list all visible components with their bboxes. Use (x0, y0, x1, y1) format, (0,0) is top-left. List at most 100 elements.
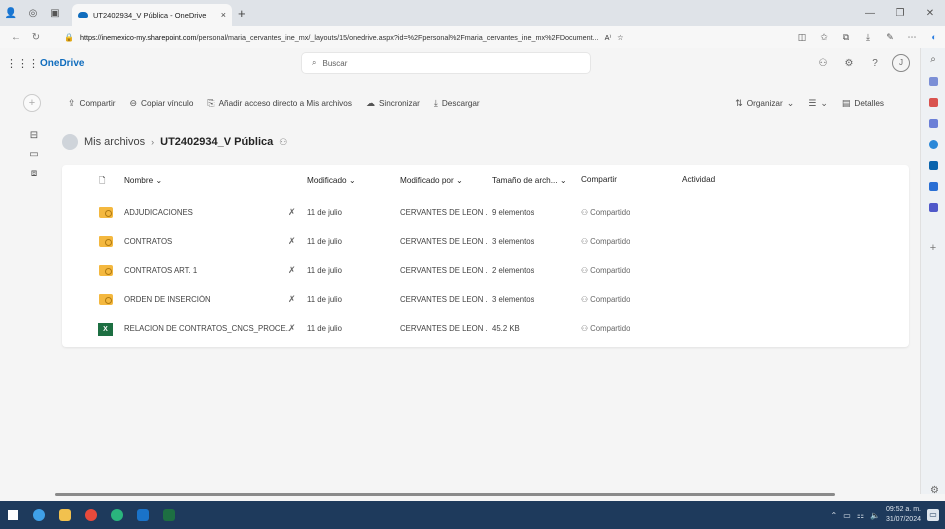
column-name[interactable]: Nombre ⌄ (124, 175, 162, 185)
home-icon[interactable]: ⊟ (30, 130, 38, 141)
more-icon[interactable]: ⋯ (901, 32, 923, 43)
shared-icon[interactable]: ⧈ (31, 168, 37, 179)
file-name[interactable]: ADJUDICACIONES (124, 208, 284, 217)
onedrive-brand[interactable]: OneDrive (40, 58, 84, 69)
restore-icon[interactable]: ❐ (885, 0, 915, 26)
taskbar-widget-icon[interactable] (26, 501, 52, 529)
outlook-icon[interactable] (130, 501, 156, 529)
share-people-icon[interactable]: ⚇ (814, 58, 832, 69)
view-options-button[interactable]: ☰ ⌄ (808, 98, 828, 109)
download-button[interactable]: ⤓ Descargar (434, 98, 480, 109)
sidebar-add-icon[interactable]: + (930, 242, 936, 254)
split-screen-icon[interactable]: ◫ (791, 32, 813, 43)
details-button[interactable]: ▤ Detalles (842, 98, 884, 109)
pin-icon[interactable]: ✗ (288, 265, 296, 276)
file-name[interactable]: ORDEN DE INSERCIÓN (124, 295, 284, 304)
close-tab-icon[interactable]: × (221, 10, 226, 20)
pin-icon[interactable]: ✗ (288, 323, 296, 334)
settings-gear-icon[interactable]: ⚙ (840, 58, 858, 69)
shortcut-icon: ⎘ (207, 97, 215, 108)
extensions-icon[interactable]: ✎ (879, 32, 901, 43)
help-icon[interactable]: ? (866, 58, 884, 69)
column-size[interactable]: Tamaño de arch... ⌄ (492, 175, 567, 185)
sidebar-outlook-icon[interactable] (928, 161, 938, 170)
table-row[interactable]: CONTRATOS ✗ 11 de julio CERVANTES DE LEO… (62, 229, 909, 258)
pin-icon[interactable]: ✗ (288, 294, 296, 305)
minimize-icon[interactable]: — (855, 0, 885, 26)
pin-icon[interactable]: ✗ (288, 236, 296, 247)
avatar[interactable]: J (892, 54, 910, 72)
add-shortcut-button[interactable]: ⎘ Añadir acceso directo a Mis archivos (207, 98, 352, 109)
command-group-left: ⇪ Compartir ⊖ Copiar vínculo ⎘ Añadir acces… (68, 90, 480, 116)
sidebar-settings-icon[interactable]: ⚙ (930, 485, 939, 496)
horizontal-scrollbar[interactable] (55, 493, 835, 496)
downloads-icon[interactable]: ⤓ (857, 32, 879, 43)
table-row[interactable]: ADJUDICACIONES ✗ 11 de julio CERVANTES D… (62, 200, 909, 229)
column-sharing[interactable]: Compartir (581, 175, 617, 184)
read-aloud-icon[interactable]: A⁾ (605, 33, 612, 42)
chevron-down-icon: ⌄ (820, 97, 828, 108)
file-type-icon[interactable]: 🗋 (99, 175, 106, 189)
modified-date: 11 de julio (307, 237, 342, 246)
excel-app-icon[interactable] (156, 501, 182, 529)
organize-button[interactable]: ⇅ Organizar ⌄ (735, 98, 794, 109)
file-name[interactable]: CONTRATOS ART. 1 (124, 266, 284, 275)
column-modified[interactable]: Modificado ⌄ (307, 175, 356, 185)
copilot-icon[interactable]: ◐ (923, 32, 945, 42)
table-row[interactable]: CONTRATOS ART. 1 ✗ 11 de julio CERVANTES… (62, 258, 909, 287)
browser-toolbar: ◫ ✩ ⧉ ⤓ ✎ ⋯ ◐ (791, 26, 945, 48)
file-explorer-icon[interactable] (52, 501, 78, 529)
app-launcher-icon[interactable]: ⋮⋮⋮ (6, 57, 39, 70)
share-button[interactable]: ⇪ Compartir (68, 98, 116, 109)
sidebar-bird-icon[interactable] (928, 182, 938, 191)
workspaces-icon[interactable]: ◎ (22, 2, 44, 24)
sync-button[interactable]: ☁ Sincronizar (366, 98, 420, 109)
url-field[interactable]: 🔒 https://inemexico-my.sharepoint.com/pe… (64, 29, 740, 45)
sharing-status[interactable]: ⚇ Compartido (581, 266, 630, 275)
sharing-status[interactable]: ⚇ Compartido (581, 324, 630, 333)
lock-icon[interactable]: 🔒 (64, 33, 74, 42)
show-hidden-icons-icon[interactable]: ⌃ (831, 511, 838, 520)
favorite-star-icon[interactable]: ☆ (617, 33, 623, 42)
my-files-folder-icon[interactable]: ▭ (29, 149, 38, 160)
profile-icon[interactable]: 👤 (0, 2, 22, 24)
page-title[interactable]: UT2402934_V Pública (160, 136, 273, 148)
add-new-button[interactable]: + (23, 94, 41, 112)
network-icon[interactable]: ⚏ (857, 511, 864, 520)
chrome-icon[interactable] (78, 501, 104, 529)
edge-icon[interactable] (104, 501, 130, 529)
column-activity[interactable]: Actividad (682, 175, 715, 184)
tab-actions-icon[interactable]: ▣ (44, 2, 66, 24)
table-row[interactable]: X RELACION DE CONTRATOS_CNCS_PROCE... ✗ … (62, 316, 909, 345)
file-name[interactable]: RELACION DE CONTRATOS_CNCS_PROCE... (124, 324, 290, 333)
back-icon[interactable]: ← (6, 32, 26, 43)
table-row[interactable]: ORDEN DE INSERCIÓN ✗ 11 de julio CERVANT… (62, 287, 909, 316)
copy-link-button[interactable]: ⊖ Copiar vínculo (130, 98, 194, 109)
sidebar-teams-icon[interactable] (928, 203, 938, 212)
new-tab-button[interactable]: + (238, 6, 246, 21)
clock[interactable]: 09:52 a. m. 31/07/2024 (886, 505, 921, 525)
refresh-icon[interactable]: ↻ (26, 32, 46, 43)
battery-icon[interactable]: ▭ (843, 511, 851, 520)
favorites-icon[interactable]: ✩ (813, 32, 835, 43)
sharing-status[interactable]: ⚇ Compartido (581, 208, 630, 217)
pin-icon[interactable]: ✗ (288, 207, 296, 218)
column-modified-by[interactable]: Modificado por ⌄ (400, 175, 463, 185)
breadcrumb-my-files[interactable]: Mis archivos (84, 136, 145, 148)
details-pane-icon: ▤ (841, 97, 851, 108)
volume-icon[interactable]: 🔈 (870, 511, 880, 520)
sidebar-people-icon[interactable] (928, 119, 938, 128)
notifications-icon[interactable]: ▭ (927, 509, 939, 521)
file-name[interactable]: CONTRATOS (124, 237, 284, 246)
collections-icon[interactable]: ⧉ (835, 32, 857, 43)
browser-tab[interactable]: UT2402934_V Pública - OneDrive × (72, 4, 232, 26)
sharing-status[interactable]: ⚇ Compartido (581, 295, 630, 304)
sidebar-search-icon[interactable]: ⌕ (930, 54, 936, 65)
start-windows-icon[interactable] (0, 501, 26, 529)
search-box[interactable]: ⌕ Buscar (302, 53, 590, 73)
sidebar-shopping-icon[interactable] (928, 98, 938, 107)
close-window-icon[interactable]: ✕ (915, 0, 945, 26)
sidebar-office-icon[interactable] (928, 140, 938, 149)
sharing-status[interactable]: ⚇ Compartido (581, 237, 630, 246)
sidebar-tag-icon[interactable] (928, 77, 938, 86)
